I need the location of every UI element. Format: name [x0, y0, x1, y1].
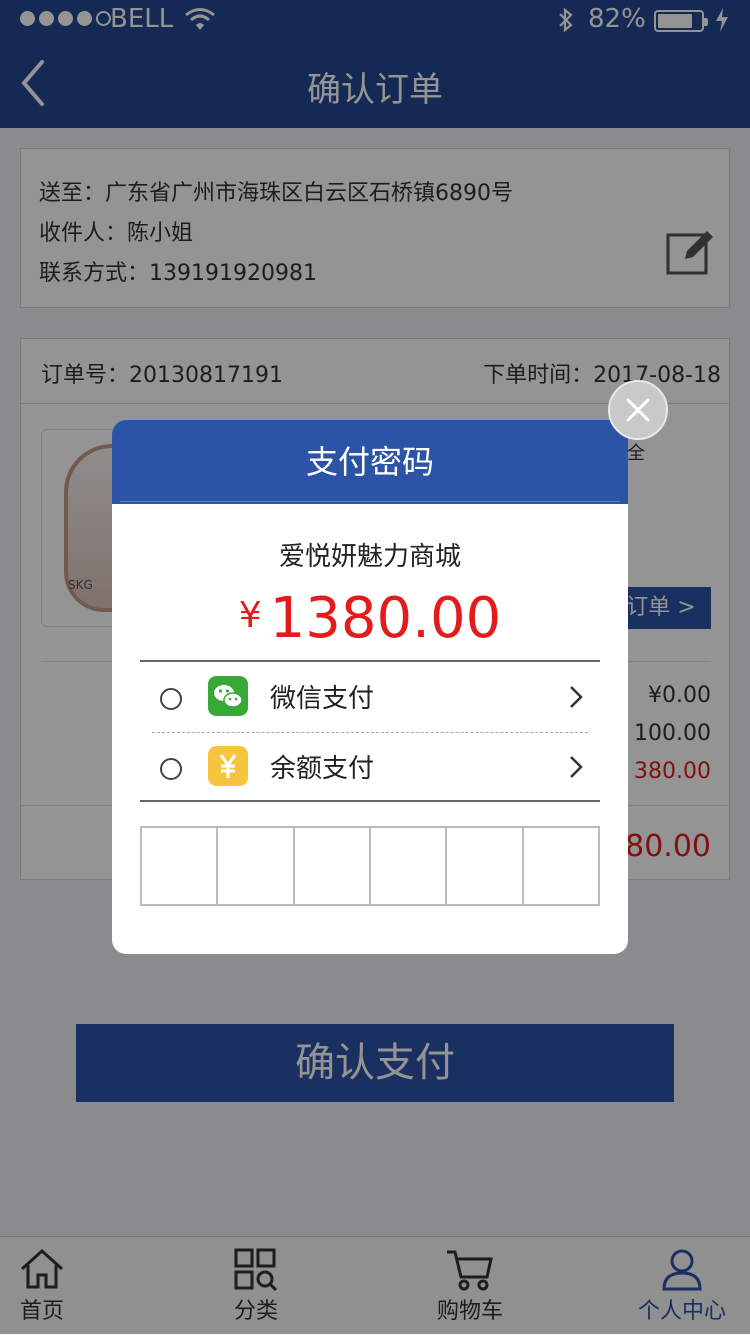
radio-button[interactable]: [160, 758, 182, 780]
radio-button[interactable]: [160, 688, 182, 710]
payment-method-label: 余额支付: [270, 754, 375, 784]
payment-method-wechat[interactable]: 微信支付: [140, 664, 600, 732]
yen-icon: [208, 746, 248, 786]
password-digit-cell[interactable]: [142, 828, 219, 904]
payment-method-balance[interactable]: 余额支付: [140, 734, 600, 802]
divider: [140, 800, 600, 802]
divider: [152, 732, 588, 733]
chevron-right-icon: [570, 756, 583, 778]
merchant-name: 爱悦妍魅力商城: [278, 542, 461, 572]
chevron-right-icon: [570, 686, 583, 708]
password-input[interactable]: [140, 826, 600, 906]
payment-password-dialog: 支付密码 爱悦妍魅力商城 ¥1380.00 微信支付 余额支付: [112, 420, 628, 954]
close-button[interactable]: [608, 380, 668, 440]
divider: [140, 660, 600, 662]
password-digit-cell[interactable]: [218, 828, 295, 904]
currency-symbol: ¥: [238, 595, 262, 636]
close-icon: [626, 398, 650, 422]
password-digit-cell[interactable]: [371, 828, 448, 904]
password-digit-cell[interactable]: [295, 828, 371, 904]
payment-method-label: 微信支付: [270, 684, 375, 714]
wechat-icon: [208, 676, 248, 716]
dialog-header: 支付密码: [112, 420, 628, 504]
password-digit-cell[interactable]: [447, 828, 524, 904]
password-digit-cell[interactable]: [524, 828, 598, 904]
amount-value: 1380.00: [269, 586, 502, 651]
dialog-title: 支付密码: [305, 443, 434, 481]
payment-amount: ¥1380.00: [112, 586, 628, 651]
